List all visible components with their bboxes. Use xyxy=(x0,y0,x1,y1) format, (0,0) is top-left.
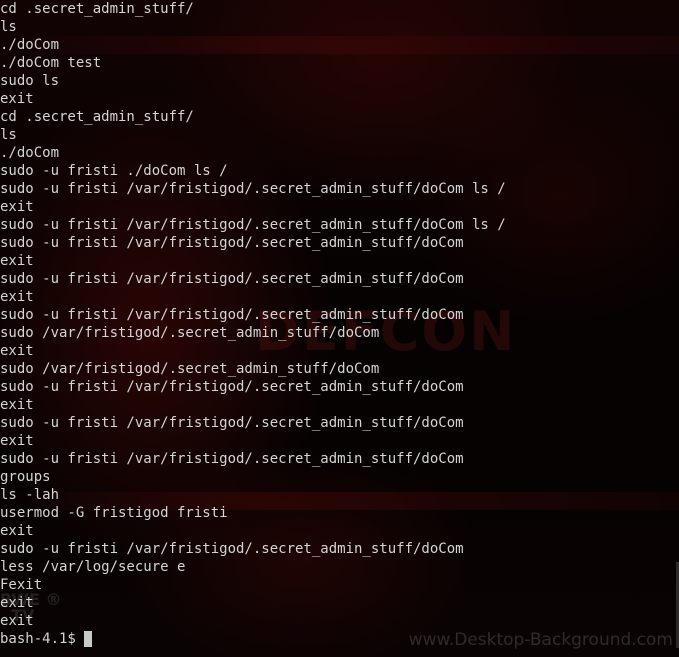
terminal-line: sudo -u fristi /var/fristigod/.secret_ad… xyxy=(0,271,464,287)
terminal-line: sudo -u fristi /var/fristigod/.secret_ad… xyxy=(0,181,506,197)
terminal-line: sudo -u fristi /var/fristigod/.secret_ad… xyxy=(0,217,506,233)
terminal-line: cd .secret_admin_stuff/ xyxy=(0,109,194,125)
terminal-line: sudo -u fristi /var/fristigod/.secret_ad… xyxy=(0,541,464,557)
terminal-line: ls -lah xyxy=(0,487,60,503)
terminal-line: sudo /var/fristigod/.secret_admin_stuff/… xyxy=(0,361,380,377)
terminal-output: cd .secret_admin_stuff/ ls ./doCom ./doC… xyxy=(0,0,506,648)
terminal-line: sudo -u fristi /var/fristigod/.secret_ad… xyxy=(0,451,464,467)
terminal-line: exit xyxy=(0,595,34,611)
terminal-line: ./doCom xyxy=(0,37,60,53)
prompt-line[interactable]: bash-4.1$ xyxy=(0,630,506,648)
terminal-line: sudo -u fristi /var/fristigod/.secret_ad… xyxy=(0,307,464,323)
terminal-line: exit xyxy=(0,397,34,413)
terminal-line: exit xyxy=(0,253,34,269)
terminal-line: cd .secret_admin_stuff/ xyxy=(0,1,194,17)
terminal-window[interactable]: DEFCON BWE ® TV www.Desktop-Background.c… xyxy=(0,0,679,657)
terminal-line: sudo -u fristi /var/fristigod/.secret_ad… xyxy=(0,379,464,395)
terminal-line: sudo -u fristi /var/fristigod/.secret_ad… xyxy=(0,415,464,431)
terminal-line: groups xyxy=(0,469,51,485)
terminal-line: sudo -u fristi ./doCom ls / xyxy=(0,163,228,179)
terminal-line: usermod -G fristigod fristi xyxy=(0,505,228,521)
terminal-line: ./doCom xyxy=(0,145,60,161)
terminal-line: less /var/log/secure e xyxy=(0,559,186,575)
terminal-line: exit xyxy=(0,289,34,305)
terminal-line: exit xyxy=(0,91,34,107)
terminal-line: exit xyxy=(0,199,34,215)
terminal-line: sudo -u fristi /var/fristigod/.secret_ad… xyxy=(0,235,464,251)
terminal-line: ./doCom test xyxy=(0,55,102,71)
terminal-line: Fexit xyxy=(0,577,43,593)
terminal-line: sudo ls xyxy=(0,73,60,89)
terminal-line: exit xyxy=(0,613,34,629)
terminal-line: exit xyxy=(0,523,34,539)
terminal-line: ls xyxy=(0,19,17,35)
terminal-line: exit xyxy=(0,433,34,449)
shell-prompt: bash-4.1$ xyxy=(0,631,76,647)
terminal-line: ls xyxy=(0,127,17,143)
text-cursor xyxy=(83,631,92,647)
terminal-line: sudo /var/fristigod/.secret_admin_stuff/… xyxy=(0,325,380,341)
terminal-line: exit xyxy=(0,343,34,359)
